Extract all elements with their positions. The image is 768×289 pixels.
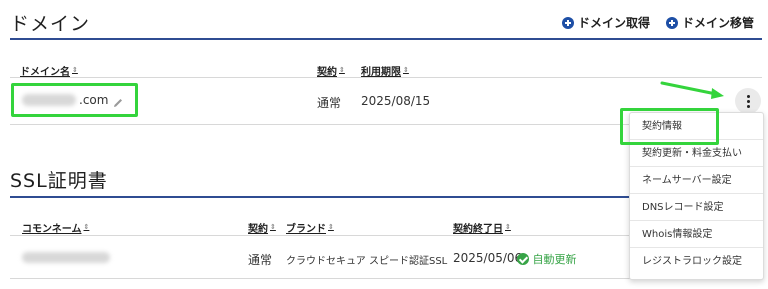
sort-icon: ⇕ — [328, 223, 334, 231]
ssl-row-divider — [10, 278, 630, 279]
col-brand[interactable]: ブランド ⇕ — [286, 220, 334, 236]
sort-icon: ⇕ — [505, 223, 511, 231]
menu-item-registrar-lock[interactable]: レジストラロック設定 — [630, 248, 763, 275]
menu-item-dns-record[interactable]: DNSレコード設定 — [630, 194, 763, 221]
pointer-arrow-icon — [660, 80, 730, 102]
domain-header-divider — [10, 77, 762, 78]
more-options-button[interactable] — [735, 88, 761, 114]
menu-item-nameserver[interactable]: ネームサーバー設定 — [630, 167, 763, 194]
col-brand-label: ブランド — [286, 224, 326, 235]
domain-contract-type: 通常 — [317, 96, 342, 110]
sort-icon: ⇕ — [403, 66, 409, 74]
col-ssl-contract-label: 契約 — [248, 224, 268, 235]
col-expiry[interactable]: 利用期限 ⇕ — [361, 63, 409, 79]
col-common-name[interactable]: コモンネーム ⇕ — [22, 220, 90, 236]
menu-highlight — [620, 108, 719, 145]
col-expiry-label: 利用期限 — [361, 67, 401, 78]
ssl-contract-type: 通常 — [248, 253, 273, 267]
sort-icon: ⇕ — [339, 66, 345, 74]
ssl-header-divider — [10, 235, 630, 236]
menu-item-whois[interactable]: Whois情報設定 — [630, 221, 763, 248]
col-ssl-contract[interactable]: 契約 ⇕ — [248, 220, 276, 236]
domain-row-divider — [10, 124, 630, 125]
check-circle-icon — [517, 253, 529, 265]
col-domain-name[interactable]: ドメイン名 ⇕ — [20, 63, 78, 79]
ssl-auto-renew-label: 自動更新 — [532, 253, 577, 266]
col-end-date-label: 契約終了日 — [453, 224, 503, 235]
sort-icon: ⇕ — [83, 223, 90, 231]
col-contract-label: 契約 — [317, 67, 337, 78]
ssl-section-title: SSL証明書 — [10, 170, 108, 192]
domain-header-actions: ドメイン取得 ドメイン移管 — [561, 14, 754, 31]
col-contract[interactable]: 契約 ⇕ — [317, 63, 345, 79]
col-end-date[interactable]: 契約終了日 ⇕ — [453, 220, 511, 236]
domain-transfer-label: ドメイン移管 — [681, 16, 754, 30]
sort-icon: ⇕ — [72, 66, 78, 74]
col-domain-name-label: ドメイン名 — [20, 67, 70, 78]
domain-expiry-date: 2025/08/15 — [361, 94, 431, 108]
ssl-brand: クラウドセキュア スピード認証SSL — [286, 256, 448, 267]
domain-section-title: ドメイン — [10, 13, 91, 35]
domain-transfer-button[interactable]: ドメイン移管 — [665, 14, 754, 31]
domain-acquire-label: ドメイン取得 — [577, 16, 650, 30]
plus-circle-icon — [665, 16, 678, 29]
domain-name-highlight — [11, 83, 138, 117]
domain-section-rule — [10, 38, 762, 40]
sort-icon: ⇕ — [270, 223, 276, 231]
domain-acquire-button[interactable]: ドメイン取得 — [561, 14, 650, 31]
ssl-end-date: 2025/05/06 — [453, 251, 523, 265]
col-common-name-label: コモンネーム — [22, 224, 82, 235]
plus-circle-icon — [561, 16, 574, 29]
ssl-section-rule — [10, 196, 630, 198]
ssl-auto-renew-status: 自動更新 — [517, 251, 577, 267]
redacted-common-name — [22, 252, 110, 263]
